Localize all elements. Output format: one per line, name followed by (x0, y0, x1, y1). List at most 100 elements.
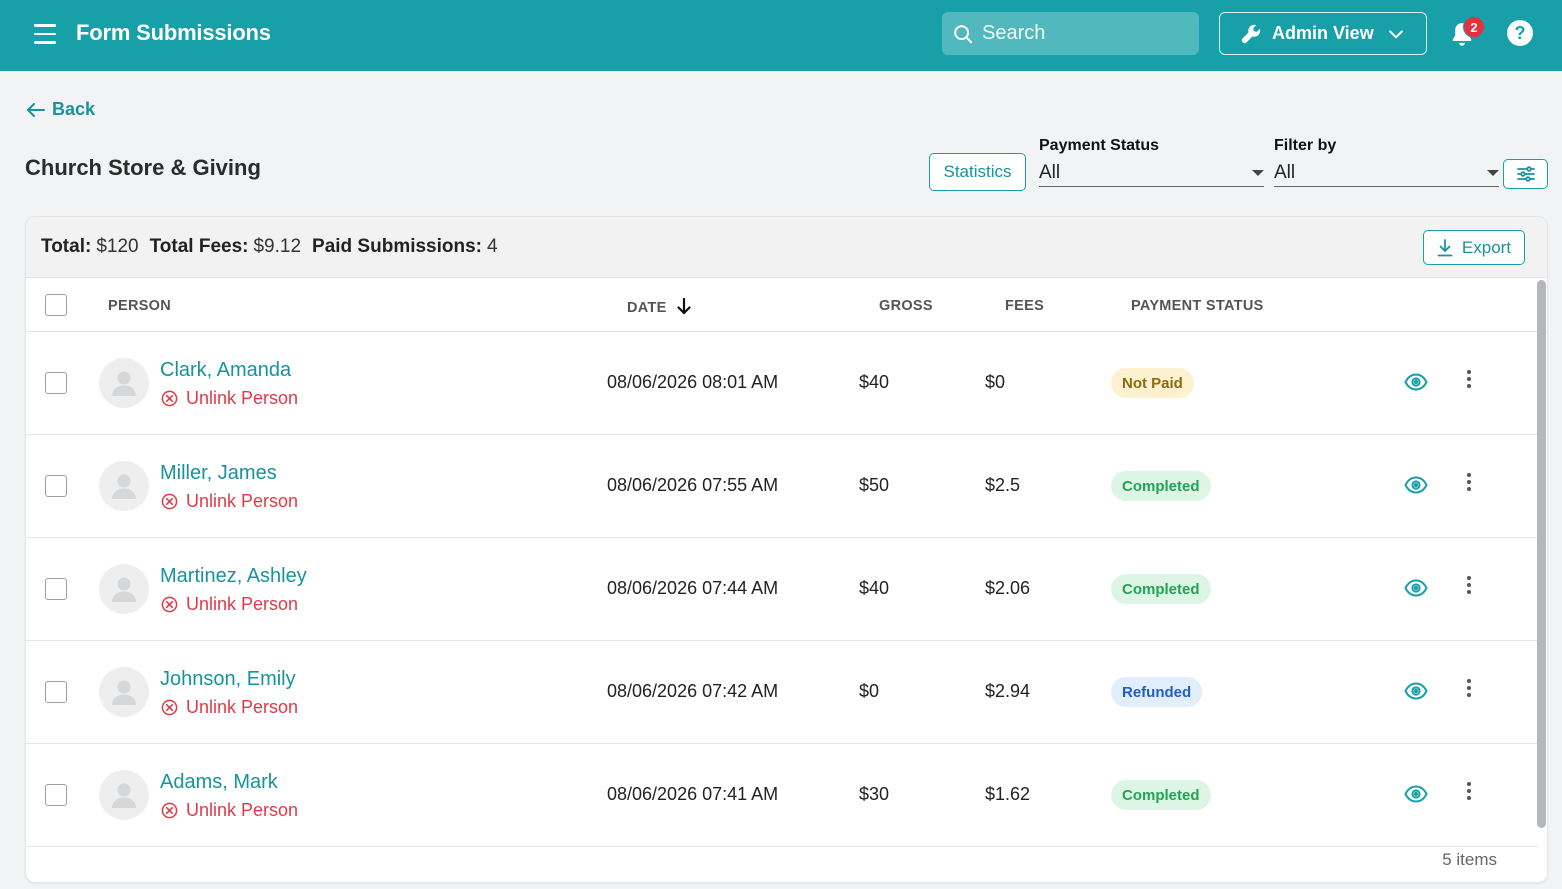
payment-status-filter: Payment Status All (1039, 137, 1264, 187)
back-link[interactable]: Back (26, 99, 95, 120)
user-icon (112, 577, 136, 602)
avatar (99, 770, 149, 820)
filter-by-select[interactable]: All (1274, 161, 1499, 187)
unlink-person-button[interactable]: Unlink Person (161, 388, 298, 409)
column-gross[interactable]: GROSS (879, 298, 933, 314)
export-button[interactable]: Export (1423, 230, 1525, 265)
chevron-down-icon (1388, 30, 1403, 38)
column-date[interactable]: DATE (627, 297, 691, 316)
total-label: Total: (41, 236, 92, 257)
unlink-person-label: Unlink Person (186, 594, 299, 614)
date-cell: 08/06/2026 07:42 AM (607, 681, 779, 701)
admin-view-button[interactable]: Admin View (1219, 12, 1427, 55)
download-icon (1437, 238, 1453, 256)
search-input[interactable] (982, 22, 1182, 45)
filter-by-label: Filter by (1274, 137, 1337, 154)
row-checkbox[interactable] (45, 372, 67, 394)
close-circle-icon (161, 390, 178, 407)
summary-bar: Total: $120 Total Fees: $9.12 Paid Submi… (26, 217, 1547, 278)
person-name-link[interactable]: Adams, Mark (160, 771, 278, 794)
kebab-icon[interactable] (1462, 679, 1476, 703)
row-checkbox[interactable] (45, 475, 67, 497)
select-all-checkbox[interactable] (45, 294, 67, 316)
search-icon (954, 24, 973, 43)
gross-cell: $40 (859, 578, 890, 598)
close-circle-icon (161, 699, 178, 716)
table-row: Clark, Amanda Unlink Person 08/06/2026 0… (26, 332, 1538, 435)
column-payment-status[interactable]: PAYMENT STATUS (1131, 298, 1264, 314)
paid-submissions-value: 4 (487, 236, 498, 257)
avatar (99, 461, 149, 511)
date-cell: 08/06/2026 08:01 AM (607, 372, 779, 392)
advanced-filter-button[interactable] (1503, 159, 1548, 189)
eye-icon[interactable] (1404, 577, 1428, 604)
person-name-link[interactable]: Martinez, Ashley (160, 565, 307, 588)
fees-cell: $2.5 (985, 475, 1021, 495)
date-cell: 08/06/2026 07:41 AM (607, 784, 779, 804)
fees-cell: $2.06 (985, 578, 1031, 598)
eye-icon[interactable] (1404, 371, 1428, 398)
status-badge: Completed (1111, 780, 1211, 810)
user-icon (112, 474, 136, 499)
app-title: Form Submissions (76, 20, 271, 45)
unlink-person-button[interactable]: Unlink Person (161, 697, 298, 718)
filter-by-filter: Filter by All (1274, 137, 1499, 187)
unlink-person-label: Unlink Person (186, 697, 299, 717)
avatar (99, 564, 149, 614)
status-badge: Completed (1111, 471, 1211, 501)
eye-icon[interactable] (1404, 680, 1428, 707)
wrench-icon (1241, 24, 1261, 43)
unlink-person-label: Unlink Person (186, 388, 299, 408)
avatar (99, 667, 149, 717)
gross-cell: $30 (859, 784, 890, 804)
notification-badge: 2 (1463, 16, 1485, 38)
table-row: Johnson, Emily Unlink Person 08/06/2026 … (26, 641, 1538, 744)
fees-cell: $0 (985, 372, 1006, 392)
person-name-link[interactable]: Miller, James (160, 462, 277, 485)
scrollbar[interactable] (1537, 280, 1546, 828)
kebab-icon[interactable] (1462, 370, 1476, 394)
export-label: Export (1461, 237, 1512, 257)
row-checkbox[interactable] (45, 578, 67, 600)
sliders-icon (1516, 166, 1535, 182)
column-person[interactable]: PERSON (108, 298, 171, 314)
date-cell: 08/06/2026 07:44 AM (607, 578, 779, 598)
user-icon (112, 783, 136, 808)
menu-icon[interactable] (34, 24, 56, 44)
dropdown-caret-icon (1252, 169, 1264, 176)
fees-cell: $2.94 (985, 681, 1031, 701)
person-name-link[interactable]: Clark, Amanda (160, 359, 291, 382)
arrow-down-icon (677, 297, 691, 315)
payment-status-value: All (1039, 161, 1061, 183)
unlink-person-button[interactable]: Unlink Person (161, 594, 298, 615)
gross-cell: $40 (859, 372, 890, 392)
payment-status-select[interactable]: All (1039, 161, 1264, 187)
total-value: $120 (96, 236, 139, 257)
admin-view-label: Admin View (1272, 23, 1374, 43)
kebab-icon[interactable] (1462, 473, 1476, 497)
unlink-person-button[interactable]: Unlink Person (161, 800, 298, 821)
table-row: Miller, James Unlink Person 08/06/2026 0… (26, 435, 1538, 538)
avatar (99, 358, 149, 408)
eye-icon[interactable] (1404, 474, 1428, 501)
eye-icon[interactable] (1404, 783, 1428, 810)
statistics-button[interactable]: Statistics (929, 153, 1026, 191)
payment-status-label: Payment Status (1039, 137, 1160, 154)
table-header: PERSON DATE GROSS FEES PAYMENT STATUS (26, 278, 1547, 332)
paid-submissions-label: Paid Submissions: (312, 236, 483, 257)
unlink-person-label: Unlink Person (186, 800, 299, 820)
unlink-person-button[interactable]: Unlink Person (161, 491, 298, 512)
row-checkbox[interactable] (45, 784, 67, 806)
row-checkbox[interactable] (45, 681, 67, 703)
kebab-icon[interactable] (1462, 782, 1476, 806)
dropdown-caret-icon (1487, 169, 1499, 176)
person-name-link[interactable]: Johnson, Emily (160, 668, 296, 691)
page-title: Church Store & Giving (25, 155, 261, 180)
kebab-icon[interactable] (1462, 576, 1476, 600)
help-icon[interactable]: ? (1507, 20, 1533, 46)
close-circle-icon (161, 802, 178, 819)
column-date-label: DATE (627, 300, 667, 316)
column-fees[interactable]: FEES (1005, 298, 1044, 314)
unlink-person-label: Unlink Person (186, 491, 299, 511)
search-box[interactable] (942, 12, 1199, 55)
